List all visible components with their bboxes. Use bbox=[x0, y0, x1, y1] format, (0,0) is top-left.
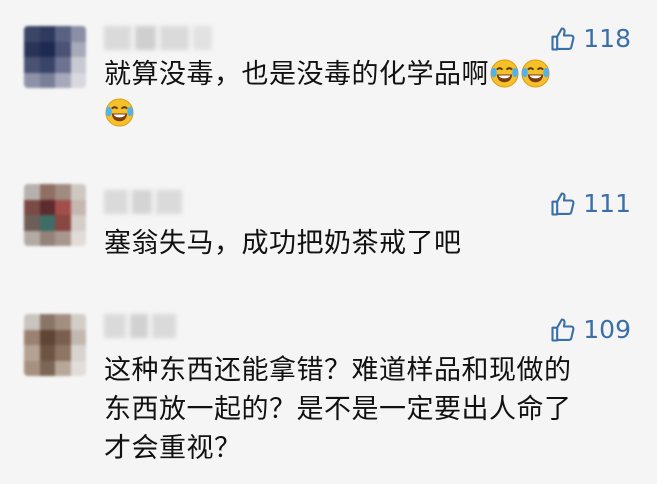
comment-item: 111 塞翁失马，成功把奶茶戒了吧 bbox=[0, 150, 657, 290]
comment-line: 才会重视？ bbox=[104, 433, 242, 464]
like-count: 109 bbox=[583, 315, 631, 344]
comment-item: 118 就算没毒，也是没毒的化学品啊 bbox=[0, 0, 657, 150]
username-blurred[interactable] bbox=[104, 314, 178, 338]
comment-line: 东西放一起的？是不是一定要出人命了 bbox=[104, 394, 572, 425]
like-count: 118 bbox=[583, 24, 631, 53]
comment-text: 塞翁失马，成功把奶茶戒了吧 bbox=[104, 224, 635, 263]
avatar[interactable] bbox=[24, 184, 86, 246]
like-button[interactable]: 109 bbox=[549, 315, 631, 344]
username-blurred[interactable] bbox=[104, 26, 212, 50]
thumbs-up-icon bbox=[549, 190, 577, 218]
thumbs-up-icon bbox=[549, 25, 577, 53]
comment-line: 这种东西还能拿错？难道样品和现做的 bbox=[104, 355, 572, 386]
comment-text: 就算没毒，也是没毒的化学品啊 bbox=[104, 55, 635, 133]
tears-of-joy-icon bbox=[104, 97, 135, 128]
like-button[interactable]: 118 bbox=[549, 24, 631, 53]
thumbs-up-icon bbox=[549, 316, 577, 344]
username-blurred[interactable] bbox=[104, 190, 184, 214]
like-button[interactable]: 111 bbox=[549, 189, 631, 218]
comment-item: 109 这种东西还能拿错？难道样品和现做的 东西放一起的？是不是一定要出人命了 … bbox=[0, 290, 657, 484]
comment-text: 这种东西还能拿错？难道样品和现做的 东西放一起的？是不是一定要出人命了 才会重视… bbox=[104, 351, 635, 468]
like-count: 111 bbox=[583, 189, 631, 218]
comment-body: 就算没毒，也是没毒的化学品啊 bbox=[104, 59, 489, 90]
comment-body: 塞翁失马，成功把奶茶戒了吧 bbox=[104, 228, 462, 259]
avatar[interactable] bbox=[24, 314, 86, 376]
avatar[interactable] bbox=[24, 26, 86, 88]
tears-of-joy-icon bbox=[489, 58, 520, 89]
tears-of-joy-icon bbox=[520, 58, 551, 89]
